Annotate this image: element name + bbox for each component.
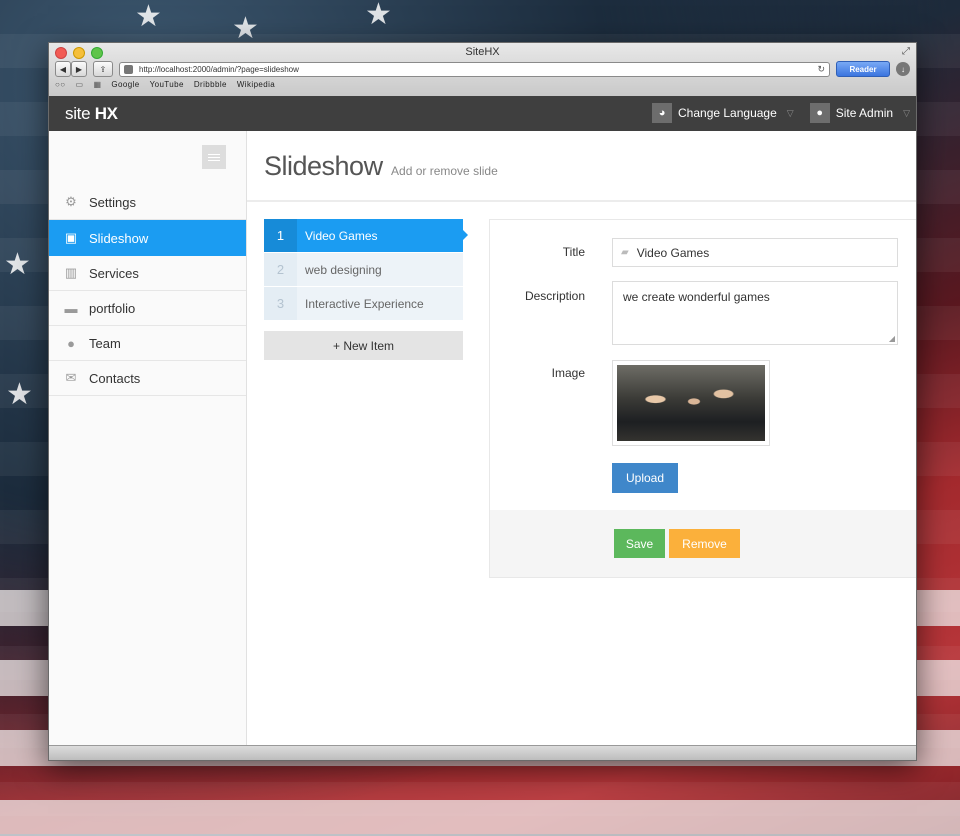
bookmark-youtube[interactable]: YouTube bbox=[150, 80, 184, 89]
menu-toggle-icon[interactable] bbox=[202, 145, 226, 169]
page-subtitle: Add or remove slide bbox=[391, 164, 498, 178]
brand-text-part2: HX bbox=[94, 104, 118, 123]
image-icon: ▣ bbox=[64, 230, 78, 245]
envelope-icon: ✉ bbox=[65, 370, 77, 385]
slide-list: 1 Video Games 2 web designing 3 Interact… bbox=[264, 219, 468, 360]
slide-number: 1 bbox=[264, 219, 297, 252]
main-content: Slideshow Add or remove slide 1 Video Ga… bbox=[247, 131, 916, 746]
form-actions: Save Remove bbox=[614, 529, 740, 558]
change-language-label: Change Language bbox=[678, 106, 777, 120]
slide-image-thumbnail bbox=[612, 360, 770, 446]
change-language-menu[interactable]: ◕ Change Language ▽ bbox=[652, 101, 794, 125]
browser-window: SiteHX ⤢ ◀ ▶ ⇪ http://localhost:2000/adm… bbox=[48, 42, 917, 761]
site-admin-menu[interactable]: ● Site Admin ▽ bbox=[809, 101, 910, 125]
flag-star: ★ bbox=[135, 0, 162, 34]
brand-logo[interactable]: site HX bbox=[65, 104, 118, 124]
brand-text-part1: site bbox=[65, 104, 91, 123]
gift-icon: ▥ bbox=[64, 265, 78, 280]
document-icon: ▰ bbox=[621, 247, 629, 258]
form-body: Title ▰ Video Games Description we creat… bbox=[490, 220, 916, 510]
bookmarks-book-icon[interactable]: ▭ bbox=[75, 80, 83, 89]
globe-icon: ◕ bbox=[652, 103, 673, 123]
page-title: Slideshow bbox=[264, 151, 383, 181]
sidebar-item-label: Slideshow bbox=[89, 230, 149, 246]
title-field[interactable]: ▰ Video Games bbox=[612, 238, 898, 267]
user-icon: ● bbox=[67, 335, 75, 351]
flag-star: ★ bbox=[365, 0, 392, 32]
slide-number: 3 bbox=[264, 287, 297, 320]
reading-list-icon[interactable]: ○○ bbox=[55, 80, 65, 89]
sidebar-item-label: Settings bbox=[89, 194, 136, 210]
url-text: http://localhost:2000/admin/?page=slides… bbox=[139, 64, 299, 74]
browser-statusbar bbox=[49, 745, 916, 760]
sidebar-item-contacts[interactable]: ✉ Contacts bbox=[49, 361, 246, 396]
briefcase-icon: ▬ bbox=[64, 300, 78, 316]
reload-icon[interactable]: ↻ bbox=[817, 64, 825, 75]
sidebar-item-label: Team bbox=[89, 335, 121, 351]
bookmarks-bar: ○○ ▭ ▦ Google YouTube Dribbble Wikipedia bbox=[55, 80, 275, 89]
slide-photo bbox=[617, 365, 765, 441]
browser-toolbar: ◀ ▶ ⇪ http://localhost:2000/admin/?page=… bbox=[55, 60, 910, 78]
downloads-icon[interactable]: ↓ bbox=[896, 62, 910, 76]
header-menu: ◕ Change Language ▽ ● Site Admin ▽ bbox=[652, 101, 910, 125]
slide-number: 2 bbox=[264, 253, 297, 286]
new-item-button[interactable]: + New Item bbox=[264, 331, 463, 360]
sidebar-nav: ⚙ Settings ▣ Slideshow ▥ Services ▬ port… bbox=[49, 185, 246, 396]
slide-item[interactable]: 2 web designing bbox=[264, 253, 463, 287]
sidebar-item-services[interactable]: ▥ Services bbox=[49, 256, 246, 291]
flag-stripe bbox=[0, 800, 960, 836]
sidebar: ⚙ Settings ▣ Slideshow ▥ Services ▬ port… bbox=[49, 131, 247, 746]
slide-label: Interactive Experience bbox=[305, 296, 424, 311]
site-admin-label: Site Admin bbox=[835, 106, 894, 120]
sidebar-item-label: portfolio bbox=[89, 300, 136, 316]
resize-grip-icon[interactable]: ◢ bbox=[889, 334, 895, 343]
bookmark-google[interactable]: Google bbox=[111, 80, 139, 89]
slide-edit-form: Title ▰ Video Games Description we creat… bbox=[489, 219, 916, 578]
title-label: Title bbox=[562, 245, 585, 259]
flag-star: ★ bbox=[6, 377, 33, 412]
description-field[interactable]: we create wonderful games ◢ bbox=[612, 281, 898, 345]
sidebar-item-settings[interactable]: ⚙ Settings bbox=[49, 185, 246, 220]
slide-label: web designing bbox=[305, 262, 382, 277]
sidebar-item-team[interactable]: ● Team bbox=[49, 326, 246, 361]
description-label: Description bbox=[524, 289, 585, 303]
sidebar-item-slideshow[interactable]: ▣ Slideshow bbox=[49, 220, 246, 256]
sidebar-item-label: Contacts bbox=[89, 370, 141, 386]
page-header: Slideshow Add or remove slide bbox=[264, 151, 498, 182]
reader-button[interactable]: Reader bbox=[836, 61, 890, 77]
share-button[interactable]: ⇪ bbox=[93, 61, 113, 77]
sidebar-item-label: Services bbox=[89, 265, 139, 281]
chevron-down-icon: ▽ bbox=[786, 107, 794, 118]
flag-star: ★ bbox=[232, 11, 259, 46]
sidebar-item-portfolio[interactable]: ▬ portfolio bbox=[49, 291, 246, 326]
upload-button[interactable]: Upload bbox=[612, 463, 678, 493]
back-button[interactable]: ◀ bbox=[55, 61, 71, 77]
header-divider bbox=[247, 200, 916, 202]
fullscreen-icon[interactable]: ⤢ bbox=[902, 46, 910, 57]
app-header: site HX ◕ Change Language ▽ ● Site Admin… bbox=[49, 96, 916, 131]
chevron-down-icon: ▽ bbox=[903, 107, 910, 118]
slide-item[interactable]: 1 Video Games bbox=[264, 219, 468, 253]
slide-item[interactable]: 3 Interactive Experience bbox=[264, 287, 463, 321]
description-value: we create wonderful games bbox=[623, 290, 770, 304]
remove-button[interactable]: Remove bbox=[669, 529, 740, 558]
flag-star: ★ bbox=[4, 247, 31, 282]
image-label: Image bbox=[551, 366, 585, 380]
gears-icon: ⚙ bbox=[65, 194, 77, 209]
bookmark-wikipedia[interactable]: Wikipedia bbox=[237, 80, 275, 89]
bookmark-dribbble[interactable]: Dribbble bbox=[194, 80, 227, 89]
browser-titlebar: SiteHX ⤢ ◀ ▶ ⇪ http://localhost:2000/adm… bbox=[49, 43, 916, 97]
title-value: Video Games bbox=[636, 245, 710, 260]
user-avatar-icon: ● bbox=[809, 103, 830, 123]
favicon-icon bbox=[124, 64, 133, 74]
slide-label: Video Games bbox=[305, 228, 378, 243]
top-sites-icon[interactable]: ▦ bbox=[93, 80, 101, 89]
forward-button[interactable]: ▶ bbox=[71, 61, 87, 77]
save-button[interactable]: Save bbox=[614, 529, 665, 558]
address-bar[interactable]: http://localhost:2000/admin/?page=slides… bbox=[119, 61, 830, 77]
window-title: SiteHX bbox=[465, 46, 500, 58]
